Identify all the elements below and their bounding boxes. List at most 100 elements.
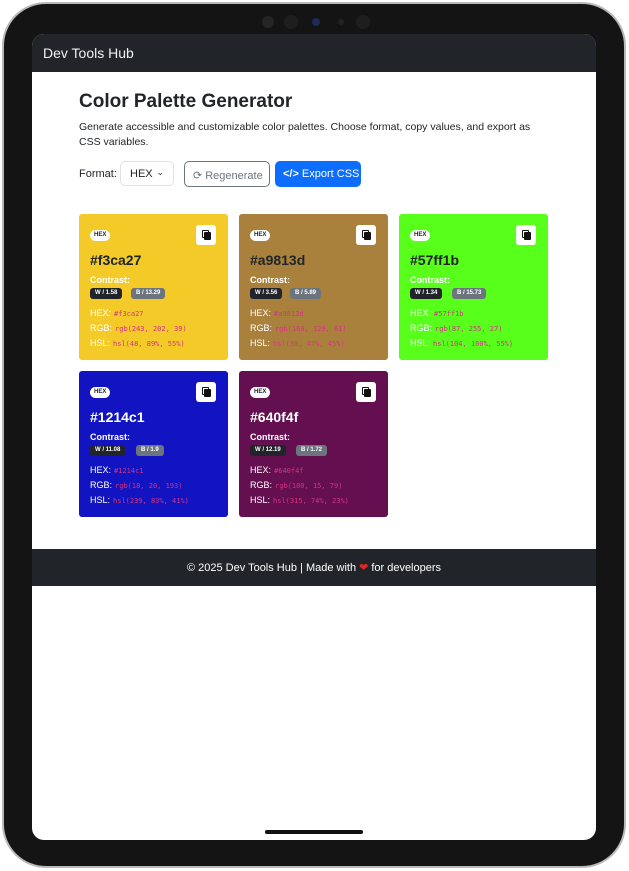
- format-badge: HEX: [90, 230, 111, 241]
- color-card[interactable]: HEX #f3ca27 Contrast: W / 1.58 B / 13.29…: [79, 214, 228, 360]
- white-contrast-badge: W / 1.34: [410, 288, 443, 299]
- rgb-key: RGB:: [90, 480, 113, 490]
- rgb-value[interactable]: rgb(18, 20, 193): [115, 482, 182, 490]
- hsl-key: HSL:: [250, 338, 271, 348]
- hsl-row: HSL: hsl(239, 83%, 41%): [90, 495, 189, 505]
- black-contrast-badge: B / 1.9: [136, 445, 164, 456]
- contrast-label: Contrast:: [250, 432, 290, 442]
- hsl-value[interactable]: hsl(315, 74%, 23%): [273, 497, 349, 505]
- hex-value[interactable]: #f3ca27: [114, 310, 144, 318]
- contrast-label: Contrast:: [410, 275, 450, 285]
- hsl-row: HSL: hsl(104, 100%, 55%): [410, 338, 513, 348]
- navbar-brand[interactable]: Dev Tools Hub: [43, 45, 134, 61]
- navbar: Dev Tools Hub: [32, 34, 596, 72]
- black-contrast-badge: B / 1.72: [296, 445, 328, 456]
- regenerate-button[interactable]: ⟳ Regenerate: [184, 161, 270, 187]
- color-hex-title: #a9813d: [250, 252, 306, 268]
- rgb-value[interactable]: rgb(100, 15, 79): [275, 482, 342, 490]
- footer-text-end: for developers: [371, 562, 442, 574]
- hsl-key: HSL:: [410, 338, 431, 348]
- copy-button[interactable]: [356, 225, 376, 245]
- home-indicator: [265, 830, 363, 834]
- sensor-dot: [338, 19, 344, 25]
- format-label: Format:: [79, 168, 117, 180]
- camera-bar: [262, 14, 382, 30]
- hex-key: HEX:: [90, 308, 112, 318]
- rgb-row: RGB: rgb(18, 20, 193): [90, 480, 182, 490]
- code-icon: </>: [283, 168, 299, 180]
- hsl-value[interactable]: hsl(239, 83%, 41%): [113, 497, 189, 505]
- color-hex-title: #57ff1b: [410, 252, 460, 268]
- hex-row: HEX: #f3ca27: [90, 308, 144, 318]
- rgb-key: RGB:: [90, 323, 113, 333]
- format-badge: HEX: [250, 387, 271, 398]
- copy-icon-fill: [364, 389, 371, 397]
- format-badge: HEX: [90, 387, 111, 398]
- white-contrast-badge: W / 12.19: [250, 445, 286, 456]
- hex-value[interactable]: #640f4f: [274, 467, 304, 475]
- color-card[interactable]: HEX #640f4f Contrast: W / 12.19 B / 1.72…: [239, 371, 388, 517]
- hsl-key: HSL:: [90, 495, 111, 505]
- rgb-value[interactable]: rgb(87, 255, 27): [435, 325, 502, 333]
- contrast-label: Contrast:: [90, 432, 130, 442]
- hex-row: HEX: #640f4f: [250, 465, 304, 475]
- refresh-icon: ⟳: [193, 170, 203, 182]
- color-hex-title: #640f4f: [250, 409, 299, 425]
- white-contrast-badge: W / 11.08: [90, 445, 126, 456]
- black-contrast-badge: B / 15.73: [452, 288, 487, 299]
- copy-button[interactable]: [196, 225, 216, 245]
- hsl-row: HSL: hsl(48, 89%, 55%): [90, 338, 185, 348]
- hsl-key: HSL:: [90, 338, 111, 348]
- format-badge: HEX: [410, 230, 431, 241]
- export-css-button[interactable]: </> Export CSS: [275, 161, 361, 187]
- hsl-row: HSL: hsl(315, 74%, 23%): [250, 495, 349, 505]
- heart-icon: ❤: [359, 562, 369, 574]
- contrast-label: Contrast:: [250, 275, 290, 285]
- hsl-value[interactable]: hsl(48, 89%, 55%): [113, 340, 185, 348]
- white-contrast-badge: W / 1.58: [90, 288, 123, 299]
- hex-row: HEX: #57ff1b: [410, 308, 464, 318]
- color-hex-title: #1214c1: [90, 409, 145, 425]
- camera-indicator: [312, 18, 320, 26]
- copy-button[interactable]: [196, 382, 216, 402]
- copy-icon-fill: [204, 232, 211, 240]
- rgb-key: RGB:: [250, 480, 273, 490]
- hex-key: HEX:: [250, 308, 272, 318]
- color-card[interactable]: HEX #1214c1 Contrast: W / 11.08 B / 1.9 …: [79, 371, 228, 517]
- hsl-key: HSL:: [250, 495, 271, 505]
- hex-value[interactable]: #57ff1b: [434, 310, 464, 318]
- footer: © 2025 Dev Tools Hub | Made with ❤ for dev…: [32, 549, 596, 586]
- hex-key: HEX:: [410, 308, 432, 318]
- color-card[interactable]: HEX #57ff1b Contrast: W / 1.34 B / 15.73…: [399, 214, 548, 360]
- black-contrast-badge: B / 13.29: [131, 288, 166, 299]
- rgb-value[interactable]: rgb(169, 129, 61): [275, 325, 347, 333]
- contrast-label: Contrast:: [90, 275, 130, 285]
- black-contrast-badge: B / 5.89: [290, 288, 322, 299]
- hex-key: HEX:: [90, 465, 112, 475]
- export-css-label: Export CSS: [301, 168, 360, 180]
- copy-button[interactable]: [516, 225, 536, 245]
- hex-key: HEX:: [250, 465, 272, 475]
- rgb-row: RGB: rgb(243, 202, 39): [90, 323, 187, 333]
- copy-button[interactable]: [356, 382, 376, 402]
- format-select[interactable]: HEX ⌄: [120, 161, 174, 186]
- hsl-value[interactable]: hsl(104, 100%, 55%): [433, 340, 513, 348]
- color-card[interactable]: HEX #a9813d Contrast: W / 3.56 B / 5.89 …: [239, 214, 388, 360]
- hex-row: HEX: #1214c1: [90, 465, 144, 475]
- rgb-value[interactable]: rgb(243, 202, 39): [115, 325, 187, 333]
- color-hex-title: #f3ca27: [90, 252, 142, 268]
- hex-value[interactable]: #1214c1: [114, 467, 144, 475]
- copy-icon-fill: [204, 389, 211, 397]
- page-description: Generate accessible and customizable col…: [79, 121, 531, 148]
- white-contrast-badge: W / 3.56: [250, 288, 283, 299]
- copy-icon-fill: [364, 232, 371, 240]
- format-select-value: HEX: [130, 168, 153, 180]
- footer-text: © 2025 Dev Tools Hub | Made with: [186, 562, 357, 574]
- rgb-row: RGB: rgb(87, 255, 27): [410, 323, 502, 333]
- camera-lens: [284, 15, 298, 29]
- hsl-value[interactable]: hsl(38, 47%, 45%): [273, 340, 345, 348]
- hex-value[interactable]: #a9813d: [274, 310, 304, 318]
- page-title: Color Palette Generator: [79, 91, 293, 112]
- format-badge: HEX: [250, 230, 271, 241]
- rgb-row: RGB: rgb(169, 129, 61): [250, 323, 347, 333]
